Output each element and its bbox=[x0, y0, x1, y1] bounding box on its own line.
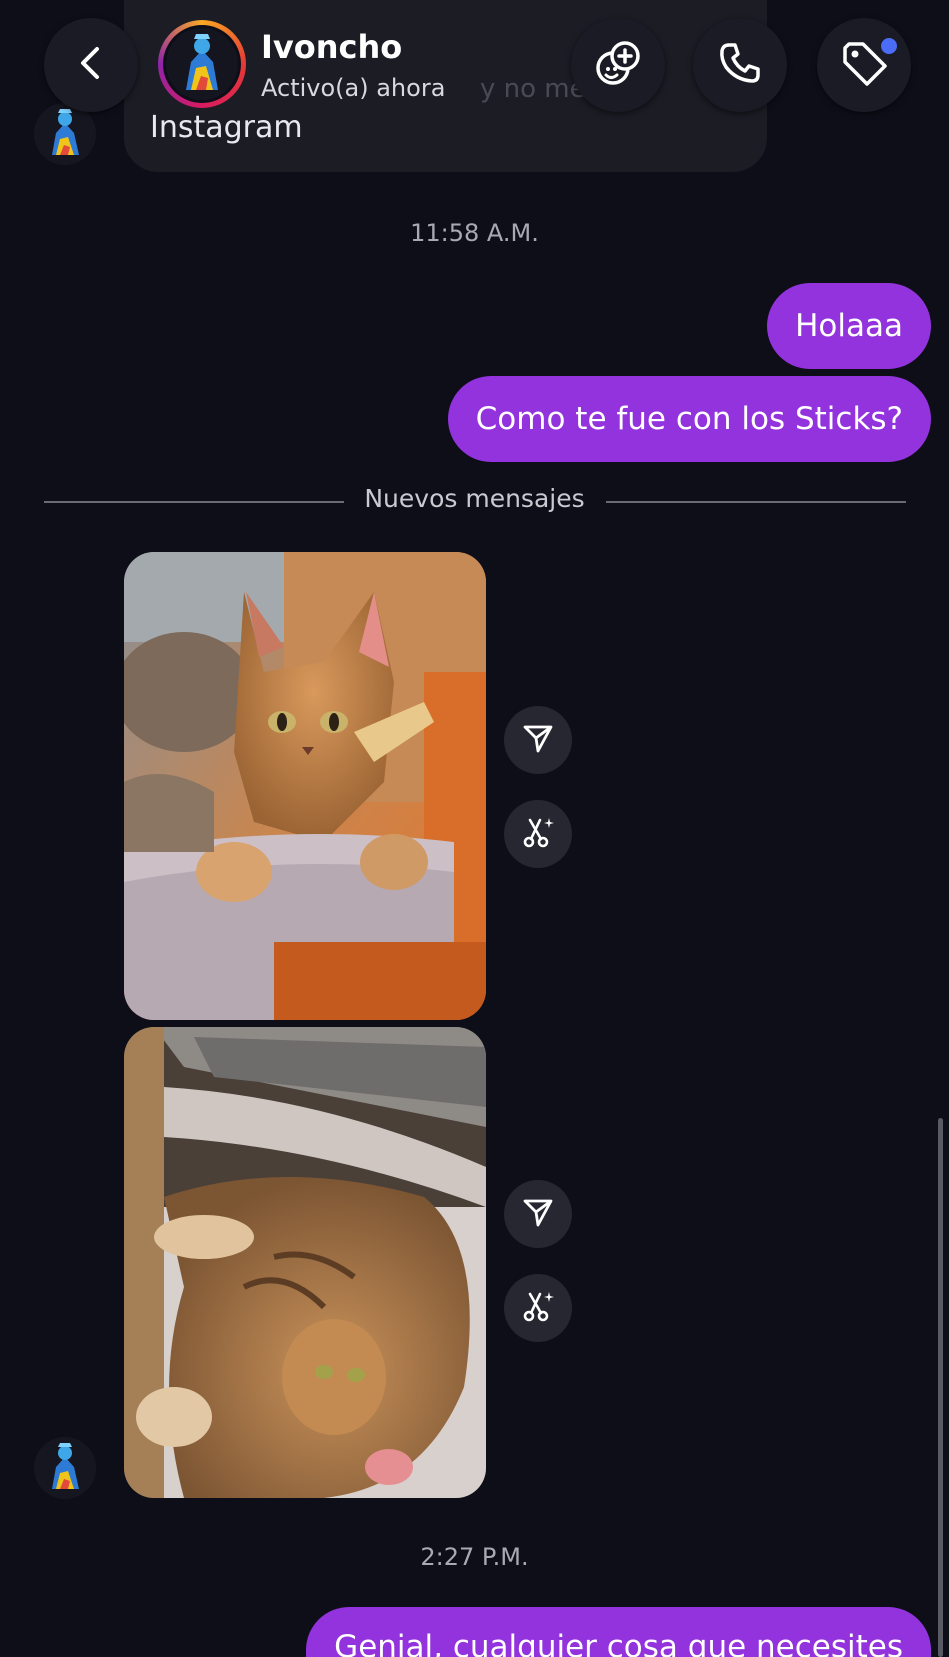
sent-message-bubble[interactable]: Como te fue con los Sticks? bbox=[447, 376, 931, 462]
contact-status: Activo(a) ahora bbox=[261, 74, 446, 102]
photo-message[interactable] bbox=[124, 1027, 486, 1498]
divider-line bbox=[606, 501, 906, 503]
phone-icon bbox=[716, 39, 764, 91]
remix-icon bbox=[520, 1288, 556, 1328]
timestamp: 2:27 P.M. bbox=[420, 1543, 529, 1571]
contact-avatar[interactable] bbox=[158, 20, 246, 108]
remix-button[interactable] bbox=[504, 800, 572, 868]
notification-dot bbox=[881, 38, 897, 54]
share-button[interactable] bbox=[504, 1180, 572, 1248]
cat-photo-image bbox=[124, 1027, 486, 1498]
previous-message-text: Instagram bbox=[150, 110, 303, 145]
remix-button[interactable] bbox=[504, 1274, 572, 1342]
chevron-left-icon bbox=[71, 43, 111, 87]
contact-name[interactable]: Ivoncho bbox=[261, 28, 402, 66]
scrollbar[interactable] bbox=[938, 1118, 943, 1657]
photo-message[interactable] bbox=[124, 552, 486, 1020]
share-button[interactable] bbox=[504, 706, 572, 774]
remix-icon bbox=[520, 814, 556, 854]
sent-message-bubble[interactable]: Genial, cualquier cosa que necesites bbox=[306, 1607, 931, 1657]
tag-button[interactable] bbox=[817, 18, 911, 112]
contact-avatar-small[interactable] bbox=[34, 103, 96, 165]
sent-message-bubble[interactable]: Holaaa bbox=[767, 283, 931, 369]
new-messages-divider: Nuevos mensajes bbox=[364, 484, 585, 513]
sticker-add-icon bbox=[591, 36, 645, 94]
share-icon bbox=[521, 721, 555, 759]
chat-screen: y no me Instagram Ivoncho Activo(a) ahor… bbox=[0, 0, 949, 1657]
back-button[interactable] bbox=[44, 18, 138, 112]
share-icon bbox=[521, 1195, 555, 1233]
previous-message-faded-text: y no me bbox=[480, 74, 586, 104]
cat-photo-image bbox=[124, 552, 486, 1020]
call-button[interactable] bbox=[693, 18, 787, 112]
sticker-button[interactable] bbox=[571, 18, 665, 112]
timestamp: 11:58 A.M. bbox=[410, 219, 539, 247]
contact-avatar-small[interactable] bbox=[34, 1437, 96, 1499]
